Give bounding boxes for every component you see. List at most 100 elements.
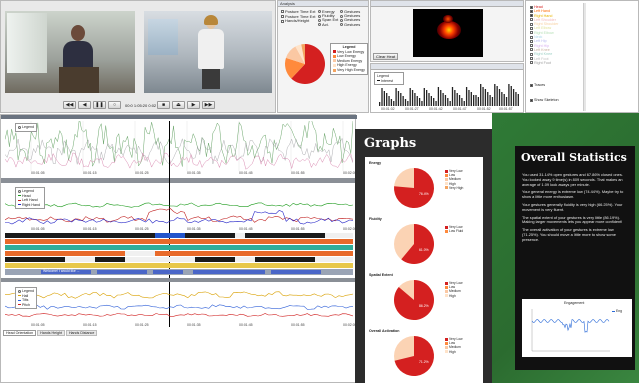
legend-swatch bbox=[18, 295, 21, 297]
rewind-button[interactable]: ◀◀ bbox=[63, 101, 76, 109]
stop-button[interactable]: ■ bbox=[157, 101, 170, 109]
heat-blob bbox=[437, 21, 461, 39]
stats-paragraph: You used 31.14% open gestures and 67.86%… bbox=[522, 172, 623, 187]
step-forward-button[interactable]: ▶ bbox=[187, 101, 200, 109]
interest-bar bbox=[395, 88, 397, 106]
tab-hands-distance[interactable]: Hands Distance bbox=[65, 330, 98, 336]
interest-bar bbox=[477, 97, 479, 106]
pie-percent: 86.2% bbox=[419, 304, 429, 308]
time-tick-label: 00:01:25 bbox=[135, 171, 149, 175]
pause-button[interactable]: ❚❚ bbox=[93, 101, 106, 109]
gesture-segment[interactable] bbox=[5, 239, 353, 244]
stats-paragraph: The overall activation of your gestures … bbox=[522, 227, 616, 242]
record-button[interactable]: ○ bbox=[108, 101, 121, 109]
time-tick-label: 00:01:15 bbox=[83, 171, 97, 175]
speech-segment[interactable] bbox=[97, 270, 147, 274]
time-display: 00:0 1:05:20 0:02 bbox=[125, 103, 157, 108]
legend-swatch bbox=[333, 50, 336, 54]
interest-bar bbox=[451, 87, 454, 106]
joint-checkbox[interactable] bbox=[530, 22, 533, 26]
gesture-segment[interactable] bbox=[5, 263, 353, 268]
joint-checkbox[interactable] bbox=[530, 35, 533, 39]
time-tick-label: 00:01:55 bbox=[291, 323, 305, 327]
fast-forward-button[interactable]: ▶▶ bbox=[202, 101, 215, 109]
top-axis: 00:01:05 00:01:15 00:01:25 00:01:35 00:01:45… bbox=[31, 171, 357, 176]
gesture-segment[interactable] bbox=[255, 257, 315, 262]
interest-bar bbox=[475, 95, 477, 106]
hands-legend: Legend Head Left Hand Right Hand bbox=[15, 187, 45, 210]
gesture-segment[interactable] bbox=[155, 251, 353, 256]
gesture-segment[interactable] bbox=[5, 257, 65, 262]
gesture-segment[interactable] bbox=[5, 251, 125, 256]
interest-bar bbox=[447, 98, 449, 106]
graphs-panel: Graphs Energy Very Low Low Medium High Very H… bbox=[355, 129, 492, 383]
joint-checkbox[interactable] bbox=[530, 48, 533, 52]
interest-legend-item: Interest bbox=[377, 79, 401, 84]
tab-head-orientation[interactable]: Head Orientation bbox=[3, 330, 37, 336]
analysis-titlebar: Analysis bbox=[278, 1, 368, 7]
legend-swatch bbox=[445, 341, 448, 345]
time-tick-label: 00:01:45 bbox=[239, 323, 253, 327]
person-head bbox=[71, 25, 85, 41]
joint-checkbox[interactable] bbox=[530, 5, 533, 9]
radio-gestures-4[interactable]: Gestures bbox=[340, 22, 360, 27]
legend-item: Right Hand bbox=[18, 203, 42, 208]
speech-segment[interactable] bbox=[271, 270, 321, 274]
interest-bar bbox=[423, 88, 425, 106]
legend-item-very-high: Very High Energy bbox=[333, 68, 365, 73]
gesture-segment[interactable] bbox=[245, 233, 325, 238]
interest-titlebar bbox=[371, 64, 523, 70]
highlight-segment[interactable] bbox=[155, 233, 185, 238]
interest-tick-label: 00:01:57 bbox=[499, 107, 513, 111]
pie-percent: 61.0% bbox=[419, 248, 429, 252]
speech-segment[interactable] bbox=[153, 270, 183, 274]
legend-swatch bbox=[445, 225, 448, 229]
gesture-segment[interactable] bbox=[95, 257, 125, 262]
step-back-button[interactable]: ◀ bbox=[78, 101, 91, 109]
tab-hands-height[interactable]: Hands Height bbox=[37, 330, 65, 336]
gesture-segment[interactable] bbox=[195, 257, 235, 262]
joint-checkbox[interactable] bbox=[530, 61, 533, 65]
joint-checkbox[interactable] bbox=[530, 18, 533, 22]
joint-checkbox[interactable] bbox=[530, 44, 533, 48]
hands-chart bbox=[5, 202, 353, 225]
analysis-legend: Legend Very Low Energy Low Energy Medium… bbox=[330, 43, 368, 75]
legend-swatch bbox=[18, 195, 21, 197]
legend-swatch bbox=[445, 182, 448, 186]
interest-bar bbox=[383, 91, 385, 106]
joint-checkbox[interactable] bbox=[530, 31, 533, 35]
interest-bar bbox=[421, 101, 423, 106]
joints-scrollbar[interactable] bbox=[583, 3, 586, 111]
eject-button[interactable]: ⏏ bbox=[172, 101, 185, 109]
joint-checkbox[interactable] bbox=[530, 57, 533, 61]
interest-bar bbox=[473, 95, 475, 106]
interest-bar bbox=[386, 93, 388, 106]
interest-bar bbox=[454, 90, 456, 106]
joint-checkbox[interactable] bbox=[530, 14, 533, 18]
joint-checkbox[interactable] bbox=[530, 39, 533, 43]
window-light bbox=[7, 13, 47, 73]
interest-bar bbox=[440, 90, 442, 106]
speech-segment[interactable] bbox=[193, 270, 265, 274]
radio-act[interactable]: Act. bbox=[318, 22, 338, 27]
interest-chart bbox=[379, 84, 519, 106]
joint-checkbox[interactable] bbox=[530, 9, 533, 13]
clear-heat-button[interactable]: Clear Heat bbox=[373, 53, 399, 60]
interest-tick-label: 00:01:27 bbox=[405, 107, 419, 111]
interest-bar bbox=[517, 94, 519, 106]
traces-toggle[interactable]: Traces bbox=[530, 83, 545, 87]
joint-item-right-foot[interactable]: Right Foot bbox=[530, 61, 558, 65]
interest-bar bbox=[393, 101, 395, 106]
check-hands-height[interactable]: Hands/Height bbox=[281, 18, 315, 24]
legend-swatch bbox=[445, 294, 448, 298]
skeleton-toggle[interactable]: Show Skeleton bbox=[530, 98, 559, 102]
legend-item: Pitch bbox=[18, 303, 34, 308]
interest-bar bbox=[494, 84, 496, 106]
legend-swatch bbox=[18, 304, 21, 306]
joint-checkbox[interactable] bbox=[530, 52, 533, 56]
joint-checkbox[interactable] bbox=[530, 27, 533, 30]
gesture-segment[interactable] bbox=[5, 233, 165, 238]
interest-bar bbox=[430, 96, 432, 106]
gesture-segment[interactable] bbox=[5, 245, 353, 250]
interest-bar bbox=[501, 92, 503, 106]
